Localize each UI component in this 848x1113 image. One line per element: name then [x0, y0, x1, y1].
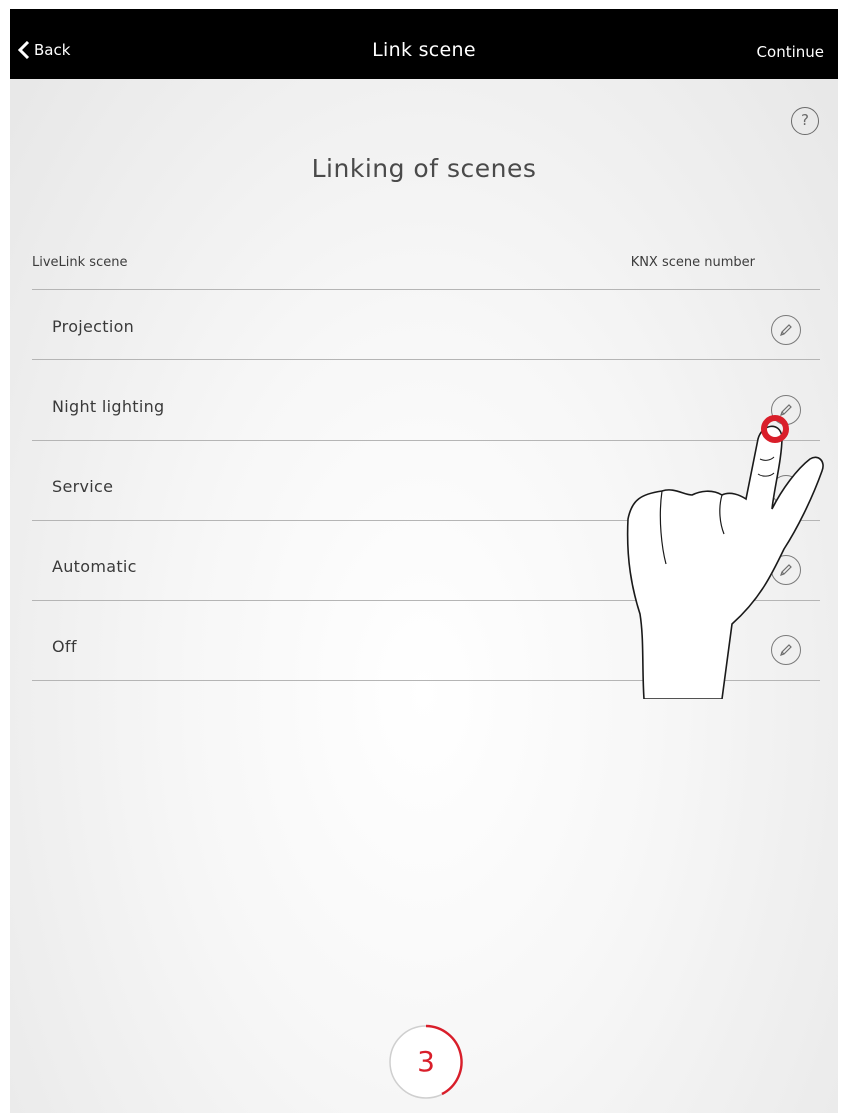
scene-row-night-lighting[interactable]: Night lighting: [32, 370, 820, 446]
column-header-livelink-scene: LiveLink scene: [32, 255, 128, 270]
scene-label: Service: [52, 477, 114, 496]
scene-label: Projection: [52, 317, 135, 336]
scene-label: Automatic: [52, 557, 137, 576]
scene-row-off[interactable]: Off: [32, 610, 820, 686]
page-title: Linking of scenes: [311, 154, 537, 183]
help-icon[interactable]: ?: [791, 107, 819, 135]
scene-row-automatic[interactable]: Automatic: [32, 530, 820, 606]
scene-label: Off: [52, 637, 77, 656]
edit-icon[interactable]: [771, 555, 801, 585]
navigation-bar: Back Link scene Continue: [10, 9, 838, 79]
divider: [32, 359, 820, 360]
edit-icon[interactable]: [771, 475, 801, 505]
divider: [32, 440, 820, 441]
divider: [32, 600, 820, 601]
app-screen: Back Link scene Continue ? Linking of sc…: [10, 9, 838, 1113]
scene-label: Night lighting: [52, 397, 165, 416]
divider: [32, 520, 820, 521]
scene-row-service[interactable]: Service: [32, 450, 820, 526]
edit-icon[interactable]: [771, 395, 801, 425]
column-header-knx-scene-number: KNX scene number: [630, 255, 755, 270]
step-number: 3: [417, 1045, 435, 1078]
edit-icon[interactable]: [771, 635, 801, 665]
continue-button[interactable]: Continue: [757, 43, 824, 61]
screen-title: Link scene: [372, 39, 476, 61]
scene-row-projection[interactable]: Projection: [32, 290, 820, 366]
edit-icon[interactable]: [771, 315, 801, 345]
divider: [32, 680, 820, 681]
